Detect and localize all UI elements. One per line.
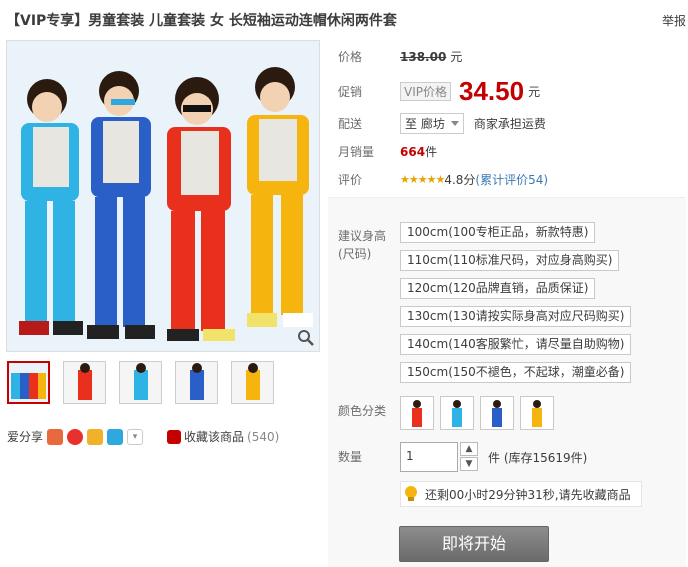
quantity-label: 数量: [338, 450, 363, 464]
shipping-text: 商家承担运费: [473, 117, 546, 131]
price-row: 价格 138.00 元: [338, 48, 462, 65]
report-link[interactable]: 举报: [662, 12, 686, 29]
share-bar: 爱分享 ▾ 收藏该商品 (540): [7, 428, 279, 445]
share-label: 爱分享: [7, 430, 44, 444]
quantity-stepper: ▲ ▼: [460, 442, 478, 471]
quantity-decrease-button[interactable]: ▼: [460, 457, 478, 471]
lightbulb-icon: [405, 486, 417, 501]
size-option[interactable]: 130cm(130请按实际身高对应尺码购买): [400, 306, 632, 327]
countdown-tip: 还剩00小时29分钟31秒,请先收藏商品: [400, 481, 642, 507]
size-option[interactable]: 120cm(120品牌直销，品质保证): [400, 278, 596, 299]
share-more-icon[interactable]: ▾: [127, 428, 144, 445]
thumbnail-2[interactable]: [63, 361, 106, 404]
share-p-icon[interactable]: [107, 428, 124, 445]
promo-price: 34.50: [459, 76, 525, 106]
vip-price-tag: VIP价格: [400, 82, 451, 101]
favorite-label: 收藏该商品: [184, 430, 245, 444]
size-option[interactable]: 110cm(110标准尺码，对应身高购买): [400, 250, 620, 271]
thumbnail-4[interactable]: [175, 361, 218, 404]
stock-text: 件 (库存15619件): [488, 451, 588, 465]
chevron-down-icon: [450, 121, 459, 126]
color-option-cyan[interactable]: [440, 396, 474, 430]
price-label: 价格: [338, 50, 363, 64]
price-unit: 元: [450, 50, 463, 64]
main-product-image[interactable]: [6, 40, 320, 352]
sales-value: 664: [400, 144, 426, 159]
promo-row: 促销 VIP价格 34.50 元: [338, 76, 540, 107]
share-weibo-icon[interactable]: [67, 428, 84, 445]
favorite-count: (540): [247, 429, 280, 444]
thumbnail-5[interactable]: [231, 361, 274, 404]
color-option-blue[interactable]: [480, 396, 514, 430]
size-options: 100cm(100专柜正品，新款特惠) 110cm(110标准尺码，对应身高购买…: [400, 222, 632, 383]
original-price: 138.00: [400, 49, 447, 64]
product-title: 【VIP专享】男童套装 儿童套装 女 长短袖运动连帽休闲两件套: [6, 13, 397, 29]
zoom-icon[interactable]: [297, 329, 315, 347]
reviews-link[interactable]: (累计评价54): [475, 171, 548, 188]
size-option[interactable]: 100cm(100专柜正品，新款特惠): [400, 222, 596, 243]
rating-stars: ★★★★★: [400, 173, 445, 186]
share-qzone-icon[interactable]: [47, 428, 64, 445]
rating-row: 评价 ★★★★★ 4.8分 (累计评价54): [338, 171, 548, 188]
quantity-input[interactable]: 1: [400, 442, 458, 472]
favorite-button[interactable]: 收藏该商品 (540): [167, 428, 279, 445]
color-option-yellow[interactable]: [520, 396, 554, 430]
promo-label: 促销: [338, 85, 363, 99]
delivery-location-select[interactable]: 至 廊坊: [400, 113, 464, 134]
delivery-location-value: 至 廊坊: [405, 117, 445, 131]
thumbnail-strip: [7, 361, 274, 404]
size-option[interactable]: 140cm(140客服繁忙，请尽量自助购物): [400, 334, 632, 355]
monthly-sales-row: 月销量 664 件: [338, 143, 437, 160]
size-label: 建议身高(尺码): [338, 229, 387, 261]
thumbnail-3[interactable]: [119, 361, 162, 404]
delivery-row: 配送 至 廊坊 商家承担运费: [338, 113, 546, 134]
sales-unit: 件: [425, 145, 438, 159]
sales-label: 月销量: [338, 145, 375, 159]
color-label: 颜色分类: [338, 404, 387, 418]
delivery-label: 配送: [338, 117, 363, 131]
thumbnail-1[interactable]: [7, 361, 50, 404]
countdown-text: 还剩00小时29分钟31秒,请先收藏商品: [425, 487, 631, 502]
size-option[interactable]: 150cm(150不褪色，不起球，潮童必备): [400, 362, 632, 383]
promo-unit: 元: [528, 85, 541, 99]
rating-label: 评价: [338, 173, 363, 187]
rating-score: 4.8分: [444, 173, 476, 187]
color-options: [400, 396, 554, 430]
kids-illustration: [7, 41, 319, 351]
quantity-increase-button[interactable]: ▲: [460, 442, 478, 456]
buy-start-button[interactable]: 即将开始: [399, 526, 549, 562]
favorite-icon: [167, 429, 182, 444]
color-option-red[interactable]: [400, 396, 434, 430]
share-star-icon[interactable]: [87, 428, 104, 445]
